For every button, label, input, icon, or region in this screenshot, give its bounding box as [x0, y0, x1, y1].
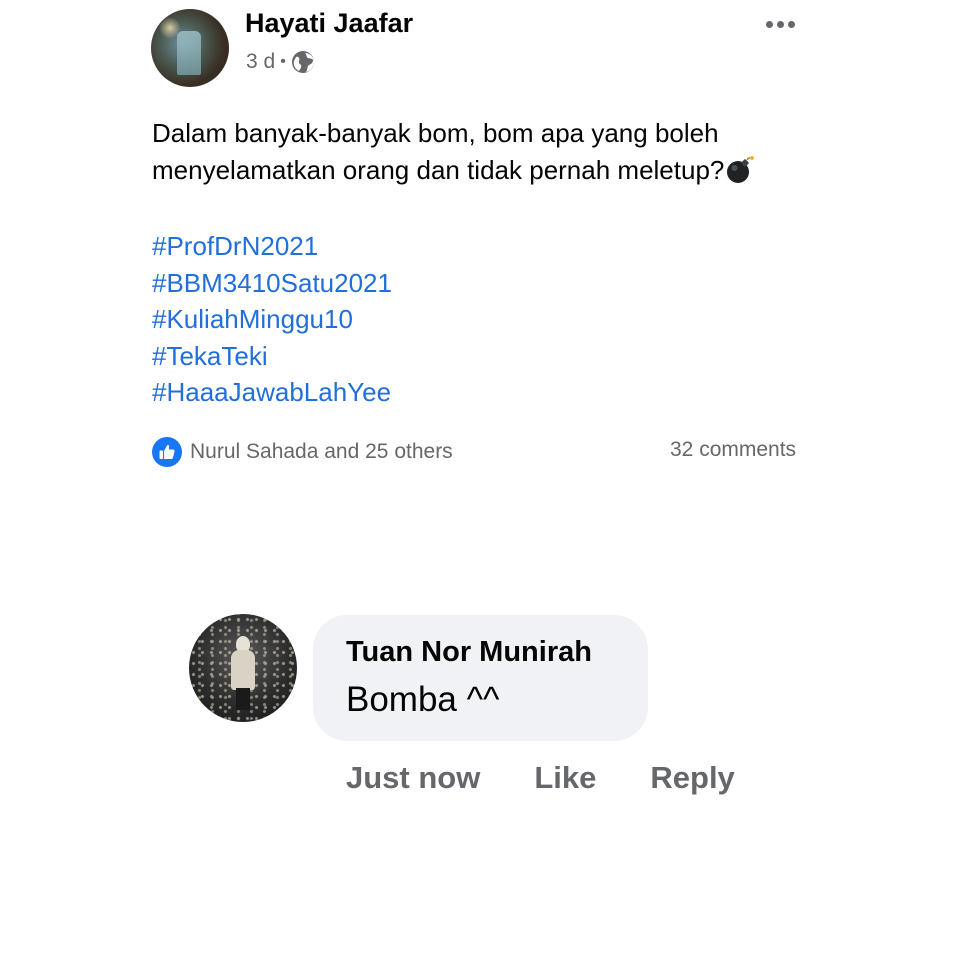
hashtag-list: #ProfDrN2021 #BBM3410Satu2021 #KuliahMin… — [152, 228, 392, 411]
comment-bubble — [313, 615, 648, 741]
comments-count-link[interactable]: 32 comments — [670, 438, 796, 462]
comment-text: Bomba ^^ — [346, 680, 500, 719]
more-options-icon[interactable] — [760, 12, 800, 36]
more-dot — [787, 20, 795, 28]
hashtag-link[interactable]: #KuliahMinggu10 — [152, 301, 392, 338]
avatar-person-legs — [236, 688, 250, 710]
hashtag-link[interactable]: #TekaTeki — [152, 338, 392, 375]
reactions-summary[interactable]: Nurul Sahada and 25 others — [152, 435, 453, 469]
reply-button[interactable]: Reply — [650, 760, 734, 796]
bomb-icon — [727, 155, 755, 183]
commenter-name[interactable]: Tuan Nor Munirah — [346, 636, 592, 669]
globe-icon[interactable] — [291, 50, 315, 74]
avatar-photo-subject — [177, 31, 201, 75]
post-text-line-with-emoji: menyelamatkan orang dan tidak pernah mel… — [152, 152, 872, 189]
comment-actions: Just now Like Reply — [346, 758, 735, 798]
post-text-line: menyelamatkan orang dan tidak pernah mel… — [152, 155, 725, 185]
post-body: Dalam banyak-banyak bom, bom apa yang bo… — [152, 115, 872, 189]
post-meta: 3 d • — [246, 48, 315, 76]
hashtag-link[interactable]: #BBM3410Satu2021 — [152, 265, 392, 302]
meta-separator: • — [280, 53, 286, 70]
thumbs-up-icon — [159, 444, 175, 459]
comment-timestamp: Just now — [346, 760, 481, 795]
reactions-text: Nurul Sahada and 25 others — [190, 440, 453, 463]
avatar-person — [231, 636, 255, 710]
post-author-name[interactable]: Hayati Jaafar — [245, 8, 413, 39]
post-time[interactable]: 3 d — [246, 50, 275, 74]
more-dot — [776, 20, 784, 28]
avatar-person-body — [231, 650, 255, 690]
post-author-avatar[interactable] — [151, 9, 229, 87]
like-button[interactable]: Like — [534, 760, 596, 796]
hashtag-link[interactable]: #ProfDrN2021 — [152, 228, 392, 265]
more-dot — [765, 20, 773, 28]
post-text-line: Dalam banyak-banyak bom, bom apa yang bo… — [152, 118, 719, 148]
commenter-avatar[interactable] — [189, 614, 297, 722]
hashtag-link[interactable]: #HaaaJawabLahYee — [152, 374, 392, 411]
like-icon — [152, 437, 182, 467]
